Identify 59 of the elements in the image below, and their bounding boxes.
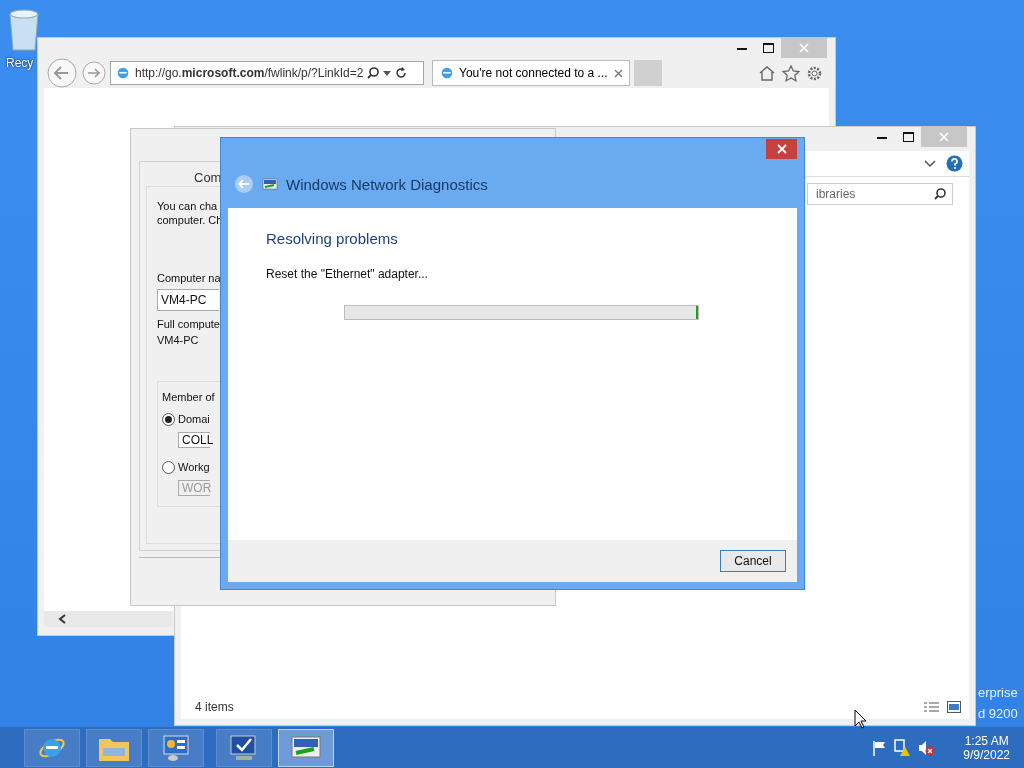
group-label: Member of <box>162 390 215 404</box>
minimize-icon <box>877 135 887 139</box>
refresh-icon[interactable] <box>395 67 408 79</box>
taskbar-button[interactable] <box>278 728 334 767</box>
edition-text: d 9200 <box>978 706 1018 721</box>
horizontal-scrollbar[interactable] <box>44 611 172 627</box>
chevron-down-icon[interactable] <box>924 159 936 168</box>
settings-icon[interactable] <box>806 64 823 82</box>
dialog-title: Windows Network Diagnostics <box>286 175 488 193</box>
computer-name-field[interactable]: VM4-PC <box>157 289 219 311</box>
help-icon[interactable] <box>946 155 963 172</box>
close-icon <box>776 144 787 154</box>
minimize-icon <box>737 46 747 50</box>
search-icon <box>934 188 946 200</box>
taskbar-button[interactable] <box>86 728 142 767</box>
tab-title[interactable]: Com <box>194 170 222 186</box>
control-panel-icon <box>161 733 191 762</box>
close-icon <box>799 43 809 53</box>
clock-date: 9/9/2022 <box>963 747 1010 762</box>
search-field[interactable]: ibraries <box>807 183 953 205</box>
network-warning-icon[interactable] <box>893 738 912 757</box>
browser-icon <box>115 65 131 81</box>
star-icon[interactable] <box>782 64 800 82</box>
address-field[interactable]: http://go.microsoft.com/fwlink/p/?LinkId=2 <box>110 61 424 85</box>
maximize-icon <box>762 43 774 53</box>
field-label: Full compute <box>157 317 220 331</box>
taskbar-button[interactable] <box>24 728 80 767</box>
clock-time: 1:25 AM <box>964 733 1009 748</box>
radio-label: Domai <box>178 412 210 426</box>
network-diagnostics-icon <box>262 177 278 191</box>
close-button[interactable] <box>766 139 797 159</box>
status-text: Reset the "Ethernet" adapter... <box>266 267 429 281</box>
flag-icon[interactable] <box>871 739 888 756</box>
field-label: Computer na <box>157 271 221 285</box>
heading: Resolving problems <box>266 230 399 247</box>
taskbar-button[interactable] <box>216 728 272 767</box>
radio-label: Workg <box>178 460 210 474</box>
maximize-icon <box>902 132 914 142</box>
home-icon[interactable] <box>758 64 776 81</box>
taskbar-button[interactable] <box>148 728 204 767</box>
network-diagnostics-icon <box>290 734 322 761</box>
large-icons-view-icon[interactable] <box>947 700 961 713</box>
close-icon <box>939 132 949 142</box>
back-button[interactable] <box>46 57 78 89</box>
search-icon[interactable] <box>367 67 380 79</box>
browser-icon <box>439 65 455 81</box>
desktop-icon-label: Recy <box>6 56 34 70</box>
status-text: 4 items <box>195 700 234 714</box>
radio-button[interactable] <box>162 412 175 426</box>
close-icon[interactable] <box>614 68 623 78</box>
scroll-left-icon[interactable] <box>58 614 66 624</box>
dropdown-icon[interactable] <box>383 70 392 76</box>
browser-tab[interactable]: You're not connected to a ... <box>432 60 630 86</box>
recycle-bin-icon[interactable] <box>6 8 42 52</box>
tab-title: You're not connected to a ... <box>459 66 609 80</box>
cancel-button[interactable]: Cancel <box>720 550 786 572</box>
edition-text: erprise <box>978 685 1018 700</box>
full-name-text: VM4-PC <box>157 333 199 347</box>
clock[interactable]: 1:25 AM 9/9/2022 <box>963 733 1010 762</box>
